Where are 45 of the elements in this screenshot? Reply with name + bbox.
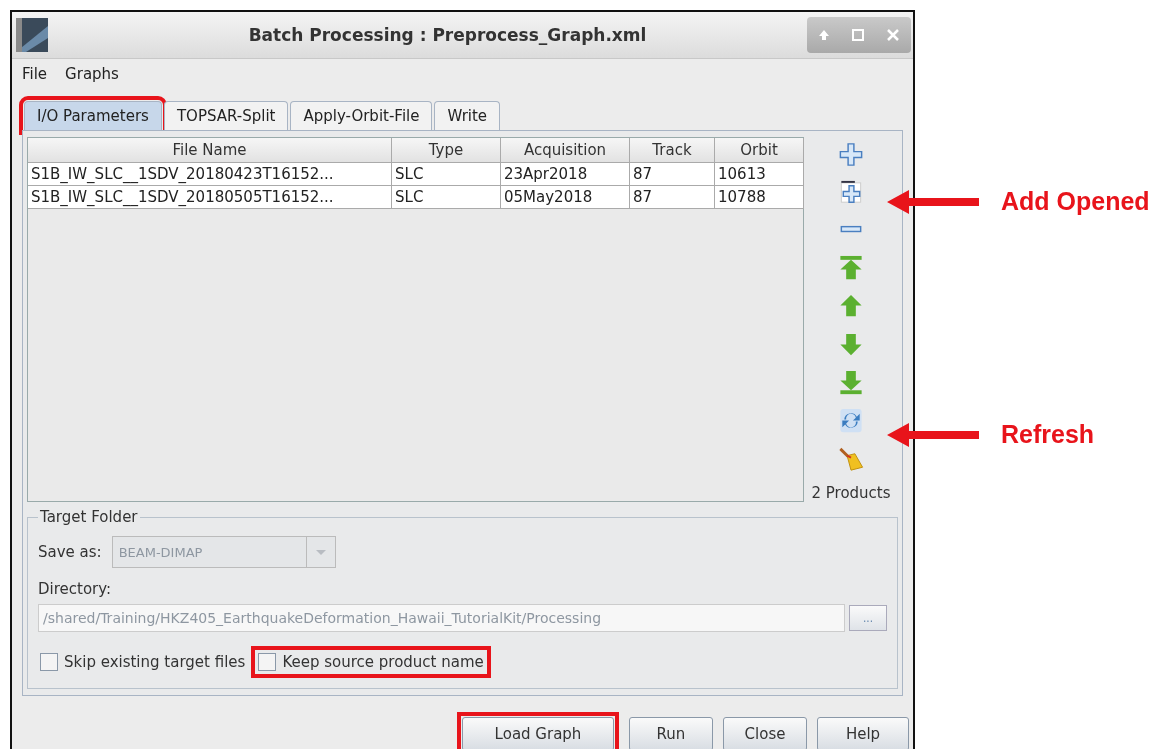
callout-label: Add Opened: [1001, 187, 1150, 216]
table-cell: S1B_IW_SLC__1SDV_20180423T16152...: [28, 163, 392, 186]
product-count: 2 Products: [811, 484, 891, 502]
refresh-icon[interactable]: [837, 407, 865, 433]
callout-label: Refresh: [1001, 420, 1095, 449]
close-icon[interactable]: [886, 28, 900, 42]
menu-item[interactable]: File: [22, 65, 48, 83]
table-cell: SLC: [392, 186, 501, 209]
checkbox[interactable]: Keep source product name: [256, 651, 486, 673]
move-to-bottom-icon[interactable]: [837, 369, 865, 395]
tab[interactable]: Write: [434, 101, 501, 130]
table-cell: 10788: [715, 186, 804, 209]
window-title: Batch Processing : Preprocess_Graph.xml: [247, 25, 648, 45]
table-cell: SLC: [392, 163, 501, 186]
dialog-button[interactable]: Help: [817, 717, 909, 749]
field-label: Save as:: [38, 543, 102, 561]
table-cell: 87: [630, 186, 715, 209]
field-label: Directory:: [38, 580, 112, 598]
table-cell: 23Apr2018: [501, 163, 630, 186]
dialog-button[interactable]: Close: [723, 717, 807, 749]
column-header[interactable]: Track: [630, 138, 715, 163]
move-to-top-icon[interactable]: [837, 255, 865, 281]
table-cell: 10613: [715, 163, 804, 186]
checkbox[interactable]: Skip existing target files: [38, 651, 248, 673]
arrow-icon: [887, 188, 979, 215]
column-header[interactable]: Type: [392, 138, 501, 163]
tab[interactable]: Apply-Orbit-File: [290, 101, 433, 130]
menu-item[interactable]: Graphs: [65, 65, 119, 83]
move-up-icon[interactable]: [837, 293, 865, 319]
dialog-button[interactable]: Load Graph: [462, 717, 614, 749]
app-logo-icon: [16, 18, 48, 52]
column-header[interactable]: Orbit: [715, 138, 804, 163]
tab[interactable]: TOPSAR-Split: [163, 101, 289, 130]
table-cell: 05May2018: [501, 186, 630, 209]
add-icon[interactable]: [837, 141, 865, 167]
restore-icon[interactable]: [852, 29, 864, 41]
arrow-icon: [887, 421, 979, 448]
maximize-arrow-icon[interactable]: [818, 29, 830, 41]
broom-icon[interactable]: [837, 445, 865, 471]
group-title: Target Folder: [39, 508, 139, 526]
dialog-button[interactable]: Run: [629, 717, 713, 749]
table-cell: S1B_IW_SLC__1SDV_20180505T16152...: [28, 186, 392, 209]
column-header[interactable]: File Name: [28, 138, 392, 163]
table-cell: 87: [630, 163, 715, 186]
column-header[interactable]: Acquisition: [501, 138, 630, 163]
